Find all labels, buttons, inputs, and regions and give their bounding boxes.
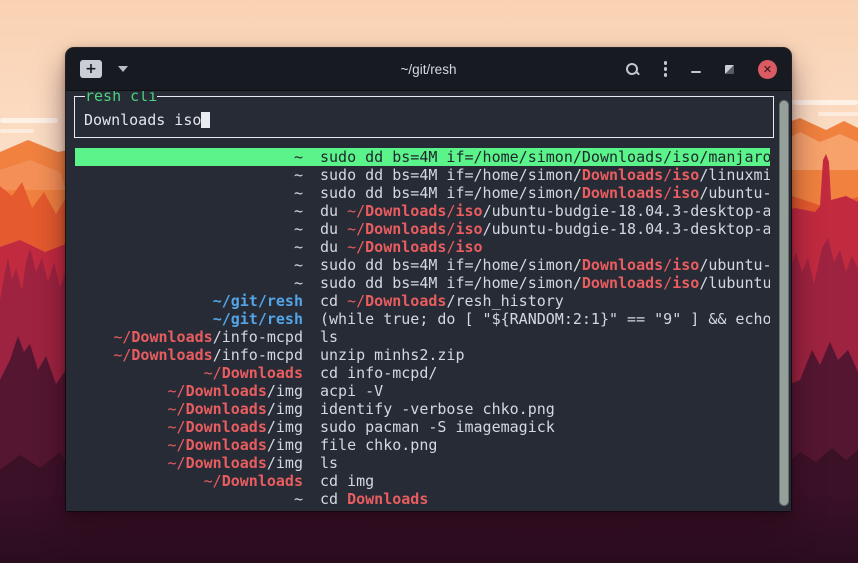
search-icon[interactable]	[625, 62, 640, 77]
row-directory: ~/Downloads/img	[75, 436, 303, 454]
row-directory: ~/Downloads/info-mcpd	[75, 328, 303, 346]
row-command: (while true; do [ "${RANDOM:2:1}" == "9"…	[320, 310, 770, 328]
row-command: acpi -V	[320, 382, 770, 400]
history-row[interactable]: ~ sudo dd bs=4M if=/home/simon/Downloads/…	[75, 274, 770, 292]
history-row[interactable]: ~ sudo dd bs=4M if=/home/simon/Downloads/…	[75, 148, 770, 166]
row-directory: ~/Downloads/img	[75, 400, 303, 418]
history-row[interactable]: ~ du ~/Downloads/iso/ubuntu-budgie-18.04.…	[75, 202, 770, 220]
row-command: du ~/Downloads/iso/ubuntu-budgie-18.04.3…	[320, 202, 770, 220]
restore-button[interactable]	[725, 65, 734, 74]
row-directory: ~	[75, 274, 303, 292]
row-command: sudo dd bs=4M if=/home/simon/Downloads/i…	[320, 274, 770, 292]
text-cursor	[201, 112, 210, 128]
history-row[interactable]: ~ sudo dd bs=4M if=/home/simon/Downloads/…	[75, 184, 770, 202]
row-command: cd ~/Downloads/resh_history	[320, 292, 770, 310]
row-command: sudo dd bs=4M if=/home/simon/Downloads/i…	[320, 166, 770, 184]
row-directory: ~/Downloads/img	[75, 454, 303, 472]
row-command: unzip minhs2.zip	[320, 346, 770, 364]
row-directory: ~/Downloads	[75, 364, 303, 382]
cloud-streak	[0, 118, 58, 123]
history-row[interactable]: ~/Downloads/img ls	[75, 454, 770, 472]
cloud-streak	[818, 112, 858, 116]
menu-kebab-icon[interactable]	[664, 61, 668, 77]
row-command: identify -verbose chko.png	[320, 400, 770, 418]
history-row[interactable]: ~/git/resh cd ~/Downloads/resh_history	[75, 292, 770, 310]
terminal-window: + ~/git/resh ✕ resh cli Downloads iso ~ s…	[66, 48, 791, 511]
close-button[interactable]: ✕	[758, 60, 777, 79]
history-row[interactable]: ~/Downloads cd img	[75, 472, 770, 490]
history-row[interactable]: ~/Downloads cd info-mcpd/	[75, 364, 770, 382]
row-command: sudo dd bs=4M if=/home/simon/Downloads/i…	[320, 256, 770, 274]
row-directory: ~/Downloads/img	[75, 418, 303, 436]
history-row[interactable]: ~/Downloads/img identify -verbose chko.pn…	[75, 400, 770, 418]
history-row[interactable]: ~/Downloads/img acpi -V	[75, 382, 770, 400]
history-row[interactable]: ~/Downloads/img sudo pacman -S imagemagic…	[75, 418, 770, 436]
row-directory: ~	[75, 184, 303, 202]
row-command: cd Downloads	[320, 490, 770, 508]
scrollbar-thumb[interactable]	[779, 100, 789, 506]
row-command: cd img	[320, 472, 770, 490]
history-row[interactable]: ~ sudo dd bs=4M if=/home/simon/Downloads/…	[75, 256, 770, 274]
search-box[interactable]: resh cli Downloads iso	[74, 96, 774, 138]
row-command: du ~/Downloads/iso	[320, 238, 770, 256]
history-row[interactable]: ~/Downloads/info-mcpd ls	[75, 328, 770, 346]
row-directory: ~	[75, 202, 303, 220]
row-command: sudo pacman -S imagemagick	[320, 418, 770, 436]
search-input[interactable]: Downloads iso	[84, 111, 210, 129]
row-directory: ~	[75, 148, 303, 166]
row-command: ls	[320, 328, 770, 346]
row-directory: ~	[75, 490, 303, 508]
history-row[interactable]: ~ du ~/Downloads/iso	[75, 238, 770, 256]
row-command: sudo dd bs=4M if=/home/simon/Downloads/i…	[320, 184, 770, 202]
row-directory: ~/Downloads/info-mcpd	[75, 346, 303, 364]
row-command: file chko.png	[320, 436, 770, 454]
row-directory: ~/Downloads/img	[75, 382, 303, 400]
row-command: sudo dd bs=4M if=/home/simon/Downloads/i…	[320, 148, 770, 166]
minimize-button[interactable]	[691, 71, 701, 73]
history-row[interactable]: ~ sudo dd bs=4M if=/home/simon/Downloads/…	[75, 166, 770, 184]
row-directory: ~/git/resh	[75, 292, 303, 310]
search-query-text: Downloads iso	[84, 111, 201, 129]
terminal-content: resh cli Downloads iso ~ sudo dd bs=4M if…	[66, 91, 791, 511]
titlebar: + ~/git/resh ✕	[66, 48, 791, 91]
row-command: ls	[320, 454, 770, 472]
row-directory: ~	[75, 220, 303, 238]
row-directory: ~/Downloads	[75, 472, 303, 490]
row-command: du ~/Downloads/iso/ubuntu-budgie-18.04.3…	[320, 220, 770, 238]
row-directory: ~	[75, 256, 303, 274]
history-row[interactable]: ~/git/resh (while true; do [ "${RANDOM:2:…	[75, 310, 770, 328]
row-directory: ~	[75, 238, 303, 256]
row-directory: ~	[75, 166, 303, 184]
close-icon: ✕	[763, 64, 772, 75]
history-row[interactable]: ~ cd Downloads	[75, 490, 770, 508]
cloud-streak	[0, 129, 34, 133]
row-command: cd info-mcpd/	[320, 364, 770, 382]
history-row[interactable]: ~/Downloads/info-mcpd unzip minhs2.zip	[75, 346, 770, 364]
history-row[interactable]: ~/Downloads/img file chko.png	[75, 436, 770, 454]
history-row[interactable]: ~ du ~/Downloads/iso/ubuntu-budgie-18.04.…	[75, 220, 770, 238]
history-list: ~ sudo dd bs=4M if=/home/simon/Downloads/…	[75, 148, 770, 508]
cloud-streak	[792, 100, 858, 105]
search-box-label: resh cli	[85, 91, 157, 104]
row-directory: ~/git/resh	[75, 310, 303, 328]
